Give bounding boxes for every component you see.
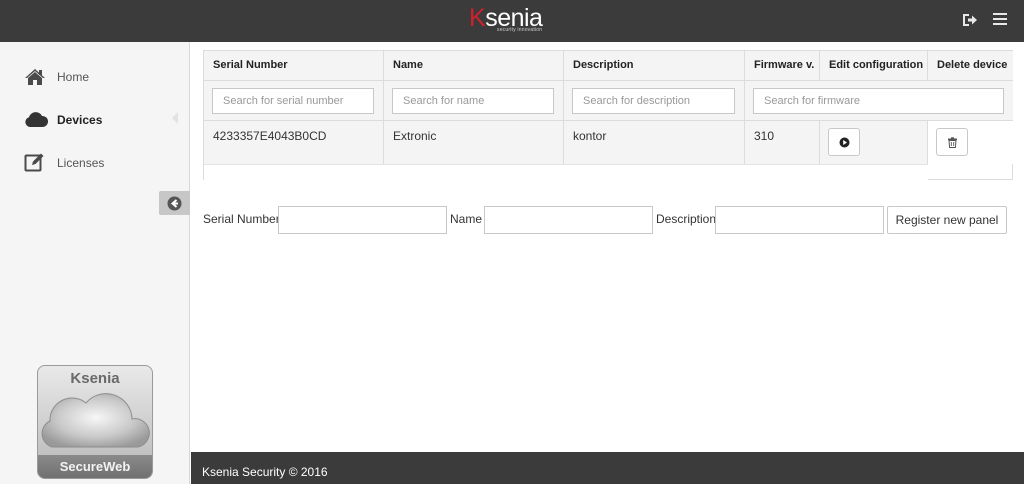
search-cell-description (564, 81, 745, 121)
sidebar-item-label: Licenses (57, 156, 105, 170)
cloud-icon (24, 109, 48, 131)
table-cell-firmware: 310 (745, 121, 820, 164)
description-field[interactable] (715, 206, 884, 234)
sidebar-item-licenses[interactable]: Licenses (0, 143, 189, 183)
sidebar-item-label: Devices (57, 113, 103, 127)
table-cell-name: Extronic (384, 121, 564, 164)
sidebar: Home Devices Licenses Ksenia SecureWeb (0, 42, 190, 484)
hamburger-menu-icon[interactable] (992, 12, 1010, 28)
play-circle-icon (839, 137, 850, 148)
search-cell-firmware (745, 81, 1013, 121)
register-panel-form: Serial Number Name Description Register … (203, 206, 1013, 236)
sidebar-item-label: Home (57, 70, 90, 84)
home-icon (24, 66, 48, 88)
cloud-logo-icon (41, 393, 150, 448)
delete-device-button[interactable] (936, 128, 968, 156)
devices-table: Serial Number Name Description Firmware … (203, 50, 1013, 180)
register-new-panel-button[interactable]: Register new panel (887, 206, 1007, 234)
main-content: Serial Number Name Description Firmware … (191, 42, 1024, 452)
column-header-name[interactable]: Name (384, 51, 564, 81)
search-serial-input[interactable] (212, 88, 374, 114)
search-cell-name (384, 81, 564, 121)
search-firmware-input[interactable] (753, 88, 1004, 114)
table-cell-edit (820, 121, 928, 164)
search-description-input[interactable] (572, 88, 735, 114)
edit-icon (24, 152, 48, 174)
search-name-input[interactable] (392, 88, 554, 114)
name-label: Name (450, 212, 483, 226)
arrow-circle-left-icon (167, 196, 182, 211)
table-cell-serial: 4233357E4043B0CD (204, 121, 384, 164)
sign-out-icon[interactable] (961, 12, 979, 28)
sidebar-collapse-button[interactable] (159, 191, 190, 215)
serial-number-label: Serial Number (203, 212, 280, 226)
trash-icon (948, 137, 957, 148)
name-field[interactable] (484, 206, 653, 234)
edit-configuration-button[interactable] (828, 128, 860, 156)
table-cell-description: kontor (564, 121, 745, 164)
search-cell-serial (204, 81, 384, 121)
secureweb-badge: Ksenia SecureWeb (37, 365, 153, 479)
footer: Ksenia Security © 2016 (191, 452, 1024, 484)
column-header-edit: Edit configuration (820, 51, 928, 81)
badge-product-name: SecureWeb (38, 455, 152, 478)
top-bar: Ksenia security innovation (0, 0, 1024, 42)
logo-tagline: security innovation (497, 27, 543, 33)
description-label: Description (656, 212, 717, 226)
column-header-description[interactable]: Description (564, 51, 745, 81)
serial-number-field[interactable] (278, 206, 447, 234)
sidebar-item-home[interactable]: Home (0, 57, 189, 97)
column-header-delete: Delete device (928, 51, 1013, 81)
copyright-text: Ksenia Security © 2016 (202, 465, 328, 479)
ksenia-logo: Ksenia security innovation (469, 4, 543, 33)
column-header-firmware[interactable]: Firmware v. (745, 51, 820, 81)
badge-brand: Ksenia (70, 370, 120, 387)
caret-left-icon (171, 111, 179, 125)
column-header-serial[interactable]: Serial Number (204, 51, 384, 81)
table-cell-delete (928, 121, 1013, 164)
sidebar-item-devices[interactable]: Devices (0, 100, 189, 140)
table-footer-row (204, 164, 928, 180)
